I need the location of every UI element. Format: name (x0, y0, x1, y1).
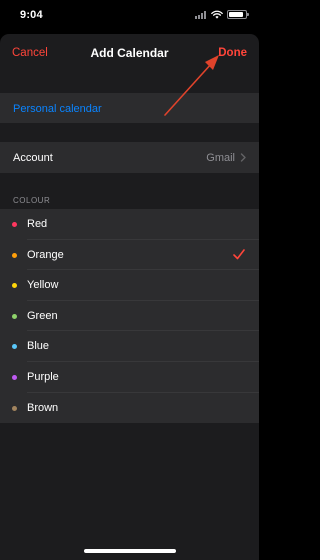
colour-swatch-icon (12, 375, 17, 380)
status-bar: 9:04 (0, 0, 259, 30)
colour-option-label: Orange (27, 248, 64, 261)
colour-option-blue[interactable]: Blue (0, 331, 259, 362)
colour-option-label: Red (27, 218, 48, 230)
cellular-signal-icon (195, 10, 207, 19)
done-button[interactable]: Done (218, 47, 247, 59)
navigation-bar: Cancel Add Calendar Done (0, 34, 259, 74)
colour-option-brown[interactable]: Brown (0, 393, 259, 424)
colour-option-green[interactable]: Green (0, 301, 259, 332)
colour-option-yellow[interactable]: Yellow (0, 270, 259, 301)
calendar-name-input[interactable] (13, 101, 248, 116)
colour-option-label: Yellow (27, 279, 59, 292)
colour-option-orange[interactable]: Orange (0, 240, 259, 271)
add-calendar-sheet: Cancel Add Calendar Done Account Gmail C… (0, 34, 259, 560)
checkmark-icon (233, 248, 245, 259)
chevron-right-icon (240, 153, 246, 162)
battery-icon (227, 10, 249, 19)
colour-list: Red Orange Yellow Green Blue Purple Brown (0, 209, 259, 423)
colour-swatch-icon (12, 222, 17, 227)
colour-option-label: Blue (27, 340, 50, 353)
status-icons (195, 10, 249, 19)
status-time: 9:04 (20, 9, 43, 21)
account-value: Gmail (206, 152, 235, 164)
account-label: Account (13, 152, 53, 164)
colour-swatch-icon (12, 313, 17, 319)
screen: 9:04 Cancel Add Calendar Done Personal c… (0, 0, 259, 560)
colour-option-label: Brown (27, 401, 59, 414)
colour-option-purple[interactable]: Purple (0, 362, 259, 393)
colour-option-label: Purple (27, 371, 59, 383)
colour-option-label: Green (27, 309, 58, 322)
colour-option-red[interactable]: Red (0, 209, 259, 240)
colour-section-header: COLOUR (13, 196, 51, 205)
wifi-icon (211, 10, 223, 19)
colour-swatch-icon (12, 283, 17, 289)
colour-swatch-icon (12, 252, 17, 258)
account-row[interactable]: Account Gmail (0, 142, 259, 173)
battery-level (229, 12, 243, 17)
colour-swatch-icon (12, 405, 17, 411)
home-indicator (84, 549, 176, 553)
colour-swatch-icon (12, 344, 17, 350)
calendar-name-row[interactable] (0, 93, 259, 123)
